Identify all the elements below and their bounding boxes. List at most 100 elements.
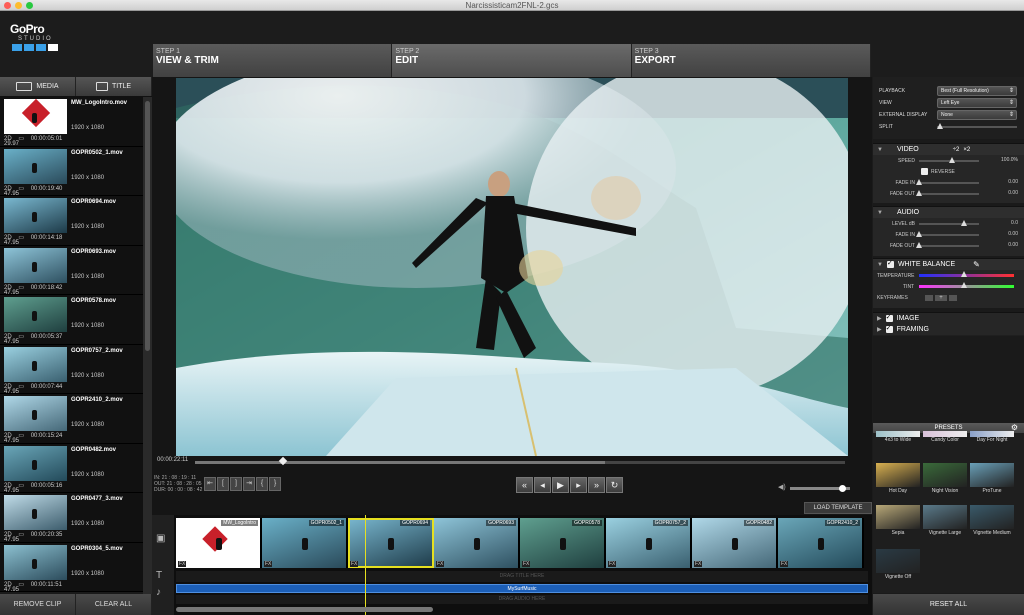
audio-track-2[interactable]: DRAG AUDIO HERE — [176, 595, 868, 604]
video-section-header[interactable]: ▼ VIDEO ÷2 ×2 — [873, 144, 1024, 155]
set-out-button[interactable]: ] — [230, 477, 242, 491]
next-keyframe-button[interactable] — [949, 294, 957, 301]
volume-slider[interactable] — [790, 485, 850, 492]
framing-section-header[interactable]: ▶ FRAMING — [873, 324, 1024, 335]
mark-out-button[interactable]: } — [269, 477, 281, 491]
preset-item[interactable]: ProTune — [970, 463, 1014, 494]
fx-badge[interactable]: FX — [608, 561, 617, 567]
clip-item[interactable]: GOPR2410_2.mov 1920 x 1080 2D ▭ 00:00:15… — [0, 394, 143, 444]
clip-item[interactable]: GOPR0578.mov 1920 x 1080 2D ▭ 00:00:05:3… — [0, 295, 143, 345]
timeline-clip[interactable]: GOPR0757_2 FX — [606, 518, 692, 568]
timeline-clip[interactable]: GOPR0578 FX — [520, 518, 606, 568]
preset-item[interactable]: Candy Color — [923, 431, 967, 443]
fast-forward-button[interactable]: » — [588, 477, 605, 493]
clip-item[interactable]: GOPR0693.mov 1920 x 1080 2D ▭ 00:00:18:4… — [0, 245, 143, 296]
title-track[interactable]: DRAG TITLE HERE — [176, 571, 868, 582]
play-button[interactable]: ▶ — [552, 477, 569, 493]
prev-keyframe-button[interactable] — [925, 294, 933, 301]
reverse-checkbox[interactable] — [921, 168, 928, 175]
remove-clip-button[interactable]: REMOVE CLIP — [0, 594, 76, 615]
preset-item[interactable]: Day For Night — [970, 431, 1014, 443]
video-fade-in-value[interactable]: 0.00 — [990, 179, 1018, 187]
scrub-bar[interactable]: 00:00:22:11 — [152, 456, 872, 471]
tab-media[interactable]: MEDIA — [0, 77, 76, 96]
clip-item[interactable]: GOPR0304_5.mov 1920 x 1080 2D ▭ 00:00:11… — [0, 542, 143, 593]
fx-badge[interactable]: FX — [264, 561, 273, 567]
clip-item[interactable]: GOPR0694.mov 1920 x 1080 2D ▭ 00:00:14:1… — [0, 196, 143, 246]
preset-item[interactable]: Hot Day — [876, 463, 920, 494]
white-balance-header[interactable]: ▼ WHITE BALANCE ✎ — [873, 259, 1024, 270]
level-slider[interactable] — [919, 219, 979, 226]
preset-thumbnail — [970, 463, 1014, 487]
set-in-button[interactable]: [ — [217, 477, 229, 491]
timeline-clip[interactable]: GOPR0694 FX — [348, 518, 434, 568]
clip-item[interactable]: MW_LogoIntro.mov 1920 x 1080 2D ▭ 00:00:… — [0, 97, 143, 147]
fx-badge[interactable]: FX — [436, 561, 445, 567]
half-speed-button[interactable]: ÷2 — [953, 147, 960, 153]
reset-all-button[interactable]: RESET ALL — [873, 594, 1024, 615]
clear-all-button[interactable]: CLEAR ALL — [76, 594, 152, 615]
clip-item[interactable]: GOPR0757_2.mov 1920 x 1080 2D ▭ 00:00:07… — [0, 344, 143, 395]
fx-badge[interactable]: FX — [694, 561, 703, 567]
go-to-out-button[interactable]: ⇥ — [243, 477, 255, 491]
audio-fade-out-value[interactable]: 0.00 — [990, 242, 1018, 250]
timeline-clip[interactable]: GOPR0693 FX — [434, 518, 520, 568]
fx-badge[interactable]: FX — [350, 561, 359, 567]
external-display-select[interactable]: None — [937, 110, 1017, 120]
double-speed-button[interactable]: ×2 — [963, 147, 970, 153]
preset-item[interactable]: Night Vision — [923, 463, 967, 494]
view-select[interactable]: Left Eye — [937, 98, 1017, 108]
fx-badge[interactable]: FX — [780, 561, 789, 567]
playback-select[interactable]: Best (Full Resolution) — [937, 86, 1017, 96]
preset-item[interactable]: Sepia — [876, 505, 920, 536]
tint-slider[interactable] — [919, 282, 1014, 288]
rewind-button[interactable]: « — [516, 477, 533, 493]
framing-checkbox[interactable] — [885, 324, 893, 333]
timeline-clip[interactable]: GOPR0482 FX — [692, 518, 778, 568]
clip-item[interactable]: GOPR0502_1.mov 1920 x 1080 2D ▭ 00:00:19… — [0, 146, 143, 197]
timeline-clip[interactable]: MW_LogoIntro FX — [176, 518, 262, 568]
volume-handle[interactable] — [839, 485, 846, 492]
go-to-in-button[interactable]: ⇤ — [204, 477, 216, 491]
step-back-button[interactable]: ◂ — [534, 477, 551, 493]
mark-in-button[interactable]: { — [256, 477, 268, 491]
tab-title[interactable]: TITLE — [76, 77, 152, 96]
clip-list-scrollbar[interactable] — [143, 97, 152, 594]
audio-section-header[interactable]: ▼ AUDIO — [873, 207, 1024, 218]
add-keyframe-button[interactable]: + — [935, 294, 947, 301]
eyedropper-icon[interactable]: ✎ — [973, 260, 980, 269]
video-fade-out-slider[interactable] — [916, 189, 979, 196]
fx-badge[interactable]: FX — [178, 561, 187, 567]
level-value[interactable]: 0.0 — [990, 220, 1018, 228]
audio-clip[interactable]: MySurfMusic — [176, 584, 868, 593]
video-fade-in-slider[interactable] — [916, 178, 979, 185]
video-preview[interactable] — [176, 78, 848, 456]
white-balance-checkbox[interactable] — [886, 259, 894, 268]
clip-item[interactable]: GOPR0477_3.mov 1920 x 1080 2D ▭ 00:00:20… — [0, 493, 143, 543]
preset-item[interactable]: Vignette Off — [876, 549, 920, 580]
temperature-slider[interactable] — [919, 271, 1014, 277]
volume-icon[interactable]: ◀) — [778, 483, 786, 491]
speed-value[interactable]: 100.0% — [990, 157, 1018, 165]
audio-fade-in-slider[interactable] — [916, 230, 979, 237]
split-slider[interactable] — [937, 123, 1017, 129]
timeline-scrollbar[interactable] — [176, 607, 433, 612]
audio-fade-out-slider[interactable] — [916, 241, 979, 248]
image-checkbox[interactable] — [885, 313, 893, 322]
scrollbar-thumb[interactable] — [145, 101, 150, 351]
image-section-header[interactable]: ▶ IMAGE — [873, 313, 1024, 324]
preset-item[interactable]: Vignette Large — [923, 505, 967, 536]
speed-slider[interactable] — [919, 156, 979, 163]
fx-badge[interactable]: FX — [522, 561, 531, 567]
loop-button[interactable]: ↻ — [606, 477, 623, 493]
audio-fade-in-value[interactable]: 0.00 — [990, 231, 1018, 239]
load-template-button[interactable]: LOAD TEMPLATE — [804, 502, 872, 514]
preset-item[interactable]: Vignette Medium — [970, 505, 1014, 536]
video-fade-out-value[interactable]: 0.00 — [990, 190, 1018, 198]
timeline-playhead[interactable] — [365, 515, 366, 615]
clip-item[interactable]: GOPR0482.mov 1920 x 1080 2D ▭ 00:00:05:1… — [0, 443, 143, 494]
preset-item[interactable]: 4x3 to Wide — [876, 431, 920, 443]
timeline-clip[interactable]: GOPR2410_2 FX — [778, 518, 864, 568]
timeline-clip[interactable]: GOPR0502_1 FX — [262, 518, 348, 568]
step-forward-button[interactable]: ▸ — [570, 477, 587, 493]
